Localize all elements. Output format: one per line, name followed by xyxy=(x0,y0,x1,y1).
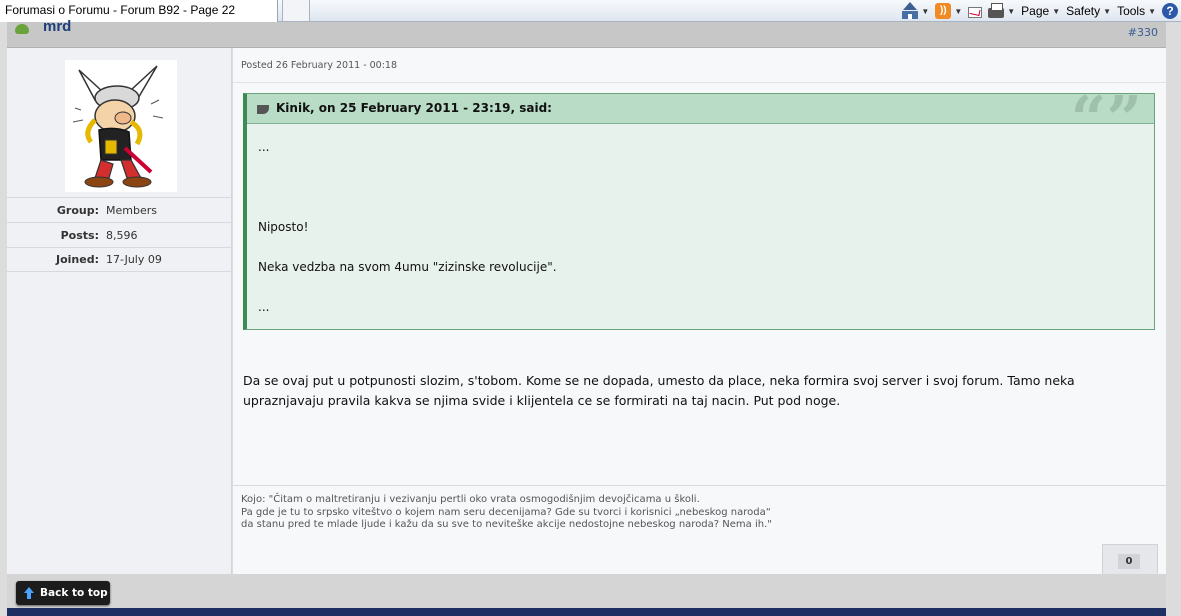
post-number-link[interactable]: #330 xyxy=(1128,26,1158,39)
author-group-label: Group: xyxy=(56,203,99,217)
post-date: Posted 26 February 2011 - 00:18 xyxy=(241,60,398,71)
help-icon[interactable]: ? xyxy=(1162,3,1178,19)
chevron-down-icon: ▼ xyxy=(1052,6,1061,16)
author-posts-value: 8,596 xyxy=(106,228,138,242)
back-to-top-label: Back to top xyxy=(40,587,108,599)
browser-toolbar: Forumasi o Forumu - Forum B92 - Page 22 … xyxy=(0,0,1181,22)
chevron-down-icon: ▼ xyxy=(921,6,930,16)
reputation-box: 0 xyxy=(1102,544,1158,574)
signature-line: Kojo: "Čitam o maltretiranju i vezivanju… xyxy=(241,494,700,505)
quote-citation: Kinik, on 25 February 2011 - 23:19, said… xyxy=(276,101,552,115)
reputation-count: 0 xyxy=(1118,554,1140,569)
chevron-down-icon: ▼ xyxy=(954,6,963,16)
read-mail-button[interactable] xyxy=(968,5,983,18)
next-post-header-edge xyxy=(7,608,1166,616)
home-button[interactable]: ▼ xyxy=(902,2,930,19)
author-group-value: Members xyxy=(106,203,157,217)
signature-line: da stanu pred te mlade ljude i kažu da s… xyxy=(241,519,772,530)
author-posts-row: Posts: 8,596 xyxy=(7,222,232,247)
chevron-down-icon: ▼ xyxy=(1103,6,1112,16)
chevron-down-icon: ▼ xyxy=(1007,6,1016,16)
avatar-image xyxy=(65,60,177,192)
author-joined-row: Joined: 17-July 09 xyxy=(7,247,232,272)
page-menu[interactable]: Page ▼ xyxy=(1021,4,1060,18)
quote-line: Neka vedzba na svom 4umu "zizinske revol… xyxy=(258,260,557,274)
safety-menu-label: Safety xyxy=(1066,4,1101,18)
tools-menu-label: Tools xyxy=(1117,4,1146,18)
quote-header: Kinik, on 25 February 2011 - 23:19, said… xyxy=(247,88,1154,150)
feeds-button[interactable]: )) ▼ xyxy=(935,3,962,19)
signature-line: Pa gde je tu to srpsko viteštvo o kojem … xyxy=(241,506,771,518)
chevron-down-icon: ▼ xyxy=(1148,6,1156,16)
user-online-icon xyxy=(15,24,29,34)
arrow-up-icon xyxy=(24,587,34,599)
post-header: mrd #330 xyxy=(7,18,1166,48)
mail-icon xyxy=(968,6,983,18)
tools-menu[interactable]: Tools ▼ xyxy=(1117,4,1156,18)
divider xyxy=(233,82,1166,83)
quote-marks-icon: “” xyxy=(1070,82,1142,155)
page-menu-label: Page xyxy=(1021,4,1050,18)
post-author-link[interactable]: mrd xyxy=(43,18,71,35)
author-posts-label: Posts: xyxy=(60,228,99,242)
post-text: Da se ovaj put u potpunosti slozim, s'to… xyxy=(243,373,1075,408)
back-to-top-button[interactable]: Back to top xyxy=(16,581,110,605)
author-joined-label: Joined: xyxy=(56,253,99,266)
home-icon xyxy=(902,2,919,19)
quote-block: Kinik, on 25 February 2011 - 23:19, said… xyxy=(243,88,1155,330)
print-icon xyxy=(988,3,1005,18)
post-content: Posted 26 February 2011 - 00:18 Kinik, o… xyxy=(233,48,1166,574)
quote-line: ... xyxy=(258,140,270,154)
author-joined-value: 17-July 09 xyxy=(106,253,162,266)
author-info-panel: Group: Members Posts: 8,596 Joined: 17-J… xyxy=(7,48,232,574)
rss-icon: )) xyxy=(935,3,952,19)
print-button[interactable]: ▼ xyxy=(988,3,1016,18)
avatar[interactable] xyxy=(65,60,177,192)
new-tab-button[interactable] xyxy=(282,0,310,22)
view-post-arrow-icon[interactable] xyxy=(257,105,269,114)
author-group-row: Group: Members xyxy=(7,197,232,222)
command-bar: ▼ )) ▼ ▼ Page ▼ Safety ▼ Tools ▼ ? xyxy=(902,0,1181,22)
quote-line: Niposto! xyxy=(258,220,309,234)
signature-divider xyxy=(233,485,1166,486)
post-footer: Back to top xyxy=(7,574,1166,608)
browser-tab-active[interactable]: Forumasi o Forumu - Forum B92 - Page 22 xyxy=(0,0,278,22)
signature: Kojo: "Čitam o maltretiranju i vezivanju… xyxy=(241,494,772,532)
safety-menu[interactable]: Safety ▼ xyxy=(1066,4,1111,18)
quote-line: ... xyxy=(258,300,270,314)
